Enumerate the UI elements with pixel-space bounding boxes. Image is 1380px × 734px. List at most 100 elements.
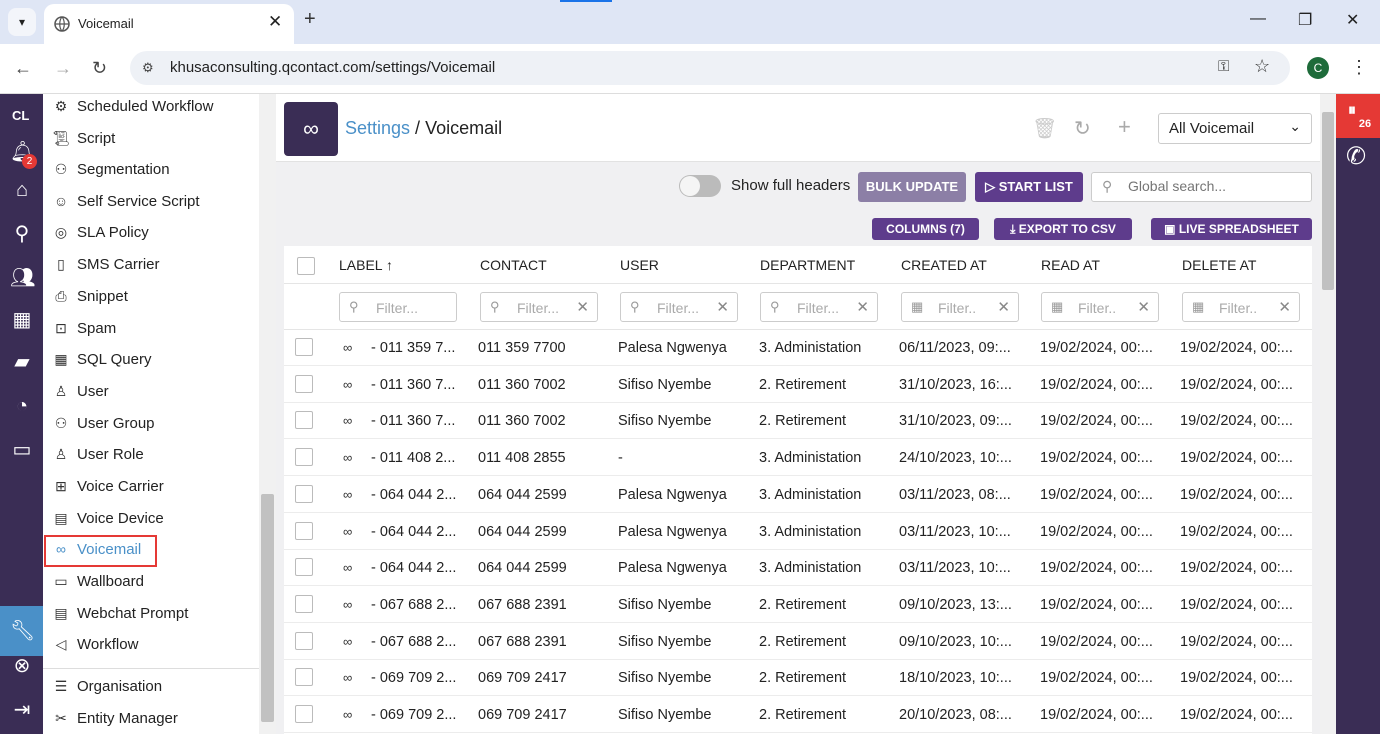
- column-header-delete-at[interactable]: DELETE AT: [1182, 257, 1256, 273]
- cell-label[interactable]: - 011 408 2...: [371, 450, 455, 466]
- live-spreadsheet-button[interactable]: ▣ LIVE SPREADSHEET: [1151, 218, 1312, 240]
- table-row[interactable]: ∞ - 069 709 2... 069 709 2417 Sifiso Nyembe…: [284, 660, 1312, 697]
- clear-icon[interactable]: ✕: [716, 298, 729, 316]
- label-filter[interactable]: ⚲ Filter...: [339, 292, 457, 322]
- building-icon[interactable]: ▦: [10, 308, 34, 332]
- cell-label[interactable]: - 067 688 2...: [371, 634, 456, 650]
- cell-label[interactable]: - 011 360 7...: [371, 377, 455, 393]
- table-row[interactable]: ∞ - 069 709 2... 069 709 2417 Sifiso Nyembe…: [284, 697, 1312, 733]
- browser-menu-icon[interactable]: ⋮: [1350, 57, 1368, 78]
- phone-icon[interactable]: ✆: [1346, 142, 1366, 171]
- clear-icon[interactable]: ✕: [1278, 298, 1291, 316]
- main-scroll-thumb[interactable]: [1322, 112, 1334, 290]
- breadcrumb-settings-link[interactable]: Settings: [345, 118, 410, 138]
- row-checkbox[interactable]: [295, 484, 313, 503]
- row-checkbox[interactable]: [295, 521, 313, 540]
- sidebar-item-script[interactable]: 📜︎ Script: [51, 124, 115, 152]
- logout-icon[interactable]: ⇥: [10, 698, 34, 722]
- export-csv-button[interactable]: ⤓ EXPORT TO CSV: [994, 218, 1132, 240]
- user-filter[interactable]: ⚲ Filter... ✕: [620, 292, 738, 322]
- cell-label[interactable]: - 069 709 2...: [371, 707, 456, 723]
- column-header-contact[interactable]: CONTACT: [480, 257, 547, 273]
- delete-at-filter[interactable]: ▦ Filter.. ✕: [1182, 292, 1300, 322]
- wrench-icon[interactable]: 🔧︎: [10, 619, 35, 643]
- queue-button[interactable]: ⏸ 26: [1336, 94, 1380, 138]
- sidebar-item-voice-carrier[interactable]: ⊞ Voice Carrier: [51, 472, 164, 500]
- sidebar-item-entity-manager[interactable]: ✂ Entity Manager: [51, 704, 178, 732]
- site-settings-icon[interactable]: ⚙: [142, 60, 154, 76]
- sidebar-item-organisation[interactable]: ☰ Organisation: [51, 672, 162, 700]
- row-checkbox[interactable]: [295, 594, 313, 613]
- table-row[interactable]: ∞ - 011 360 7... 011 360 7002 Sifiso Nyembe…: [284, 403, 1312, 440]
- cell-label[interactable]: - 067 688 2...: [371, 597, 456, 613]
- sidebar-item-snippet[interactable]: ⎙ Snippet: [51, 282, 127, 310]
- new-tab-button[interactable]: +: [304, 8, 316, 31]
- sidebar-item-user-role[interactable]: ♙ User Role: [51, 440, 144, 468]
- sidebar-scroll-thumb[interactable]: [261, 494, 274, 722]
- table-row[interactable]: ∞ - 064 044 2... 064 044 2599 Palesa Ngweny…: [284, 477, 1312, 513]
- clear-icon[interactable]: ✕: [576, 298, 589, 316]
- close-tab-icon[interactable]: ✕: [268, 12, 282, 32]
- table-row[interactable]: ∞ - 011 359 7... 011 359 7700 Palesa Ngweny…: [284, 330, 1312, 366]
- table-row[interactable]: ∞ - 011 360 7... 011 360 7002 Sifiso Nyembe…: [284, 367, 1312, 403]
- cell-label[interactable]: - 069 709 2...: [371, 670, 456, 686]
- column-header-label[interactable]: LABEL ↑: [339, 257, 393, 273]
- row-checkbox[interactable]: [295, 631, 313, 650]
- password-key-icon[interactable]: ⚿: [1218, 58, 1229, 75]
- contacts-icon[interactable]: 👥︎: [10, 266, 35, 290]
- main-scrollbar[interactable]: [1320, 94, 1336, 734]
- bookmark-star-icon[interactable]: ☆: [1254, 56, 1270, 77]
- start-list-button[interactable]: ▷ START LIST: [975, 172, 1083, 202]
- back-button[interactable]: ←: [14, 58, 32, 79]
- add-icon[interactable]: +: [1118, 114, 1131, 140]
- table-row[interactable]: ∞ - 067 688 2... 067 688 2391 Sifiso Nyembe…: [284, 587, 1312, 623]
- reload-button[interactable]: ↻: [92, 58, 107, 79]
- pie-chart-icon[interactable]: ◔: [10, 394, 34, 418]
- columns-button[interactable]: COLUMNS (7): [872, 218, 979, 240]
- contact-filter[interactable]: ⚲ Filter... ✕: [480, 292, 598, 322]
- row-checkbox[interactable]: [295, 374, 313, 393]
- view-select[interactable]: All Voicemail ⌄: [1158, 113, 1312, 144]
- trash-icon[interactable]: 🗑︎: [1032, 116, 1057, 141]
- sidebar-item-user-group[interactable]: ⚇ User Group: [51, 409, 155, 437]
- created-at-filter[interactable]: ▦ Filter.. ✕: [901, 292, 1019, 322]
- search-icon[interactable]: ⚲: [10, 222, 34, 246]
- row-checkbox[interactable]: [295, 448, 313, 467]
- clear-icon[interactable]: ✕: [1137, 298, 1150, 316]
- table-row[interactable]: ∞ - 064 044 2... 064 044 2599 Palesa Ngweny…: [284, 514, 1312, 550]
- refresh-icon[interactable]: ↻: [1074, 116, 1091, 141]
- column-header-user[interactable]: USER: [620, 257, 659, 273]
- column-header-department[interactable]: DEPARTMENT: [760, 257, 855, 273]
- select-all-checkbox[interactable]: [297, 257, 315, 275]
- sidebar-item-webchat-prompt[interactable]: ▤ Webchat Prompt: [51, 599, 188, 627]
- sidebar-item-scheduled-workflow[interactable]: ⚙ Scheduled Workflow: [51, 94, 214, 120]
- cell-label[interactable]: - 011 359 7...: [371, 340, 455, 356]
- sidebar-item-sla-policy[interactable]: ◎ SLA Policy: [51, 218, 149, 246]
- global-search-input[interactable]: [1128, 178, 1303, 194]
- cell-label[interactable]: - 011 360 7...: [371, 413, 455, 429]
- column-header-read-at[interactable]: READ AT: [1041, 257, 1100, 273]
- browser-tab[interactable]: Voicemail ✕: [44, 4, 294, 44]
- global-search-field[interactable]: ⚲: [1091, 172, 1312, 202]
- clear-icon[interactable]: ✕: [997, 298, 1010, 316]
- sidebar-item-workflow[interactable]: ◁ Workflow: [51, 630, 139, 658]
- column-header-created-at[interactable]: CREATED AT: [901, 257, 987, 273]
- sidebar-item-voice-device[interactable]: ▤ Voice Device: [51, 504, 163, 532]
- sidebar-scrollbar[interactable]: [259, 94, 276, 734]
- row-checkbox[interactable]: [295, 558, 313, 577]
- minimize-button[interactable]: —: [1250, 10, 1266, 28]
- clear-icon[interactable]: ✕: [856, 298, 869, 316]
- cell-label[interactable]: - 064 044 2...: [371, 524, 456, 540]
- tab-search-button[interactable]: ▾: [8, 8, 36, 36]
- restore-button[interactable]: ❐: [1298, 10, 1312, 30]
- table-row[interactable]: ∞ - 064 044 2... 064 044 2599 Palesa Ngweny…: [284, 550, 1312, 587]
- sidebar-item-segmentation[interactable]: ⚇ Segmentation: [51, 155, 170, 183]
- table-row[interactable]: ∞ - 067 688 2... 067 688 2391 Sifiso Nyembe…: [284, 624, 1312, 660]
- sidebar-item-sms-carrier[interactable]: ▯ SMS Carrier: [51, 250, 159, 278]
- sidebar-item-wallboard[interactable]: ▭ Wallboard: [51, 567, 144, 595]
- help-lifebuoy-icon[interactable]: ⊗: [10, 654, 34, 678]
- cell-label[interactable]: - 064 044 2...: [371, 560, 456, 576]
- row-checkbox[interactable]: [295, 705, 313, 723]
- department-filter[interactable]: ⚲ Filter... ✕: [760, 292, 878, 322]
- sidebar-item-user[interactable]: ♙ User: [51, 377, 109, 405]
